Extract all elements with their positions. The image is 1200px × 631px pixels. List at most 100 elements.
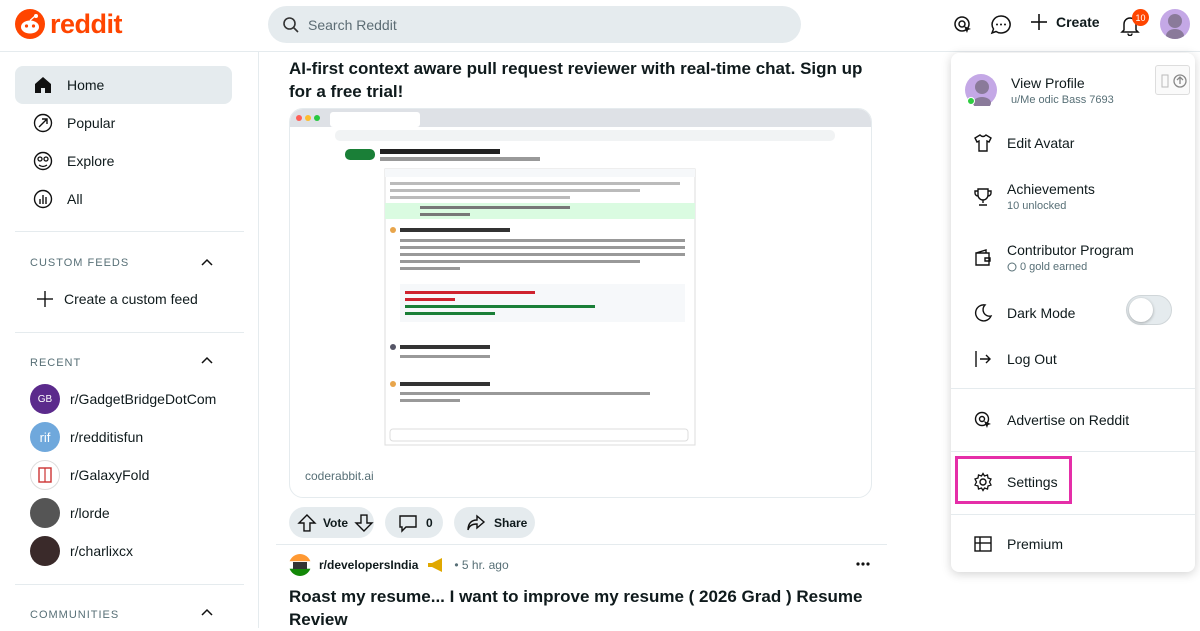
community-avatar [30,498,60,528]
divider [15,231,244,232]
divider [951,514,1195,515]
divider [951,451,1195,452]
log-out-label: Log Out [1007,351,1057,367]
share-icon [467,513,486,530]
menu-item-view-profile[interactable]: View Profile u/Me odic Bass 7693 [965,74,1114,109]
trophy-icon [974,187,992,206]
shirt-icon [974,134,992,152]
sidebar-item-all[interactable]: All [15,180,232,218]
community-avatar: rif [30,422,60,452]
notification-badge: 10 [1132,9,1149,26]
recent-item[interactable]: r/GalaxyFold [30,460,149,490]
sidebar-item-explore[interactable]: Explore [15,142,232,180]
advertise-icon [974,411,991,428]
search-input[interactable] [308,16,748,33]
chat-icon[interactable] [988,12,1014,38]
chevron-up-icon[interactable] [200,606,214,620]
search-bar[interactable] [268,6,801,43]
dark-mode-label: Dark Mode [1007,305,1076,321]
top-header: reddit Create 10 [0,0,1200,52]
post-title[interactable]: AI-first context aware pull request revi… [289,57,879,103]
recent-item[interactable]: r/lorde [30,498,110,528]
vote-label: Vote [322,515,349,530]
divider [951,388,1195,389]
menu-item-advertise[interactable]: Advertise on Reddit [973,410,1129,430]
downvote-icon[interactable] [354,513,374,533]
recent-item-label: r/charlixcx [70,543,134,559]
achievements-label: Achievements [1007,181,1095,197]
custom-feeds-heading: CUSTOM FEEDS [30,257,130,269]
sidebar-item-popular[interactable]: Popular [15,104,232,142]
more-options-icon[interactable] [856,561,870,567]
chevron-up-icon[interactable] [200,256,214,270]
online-status-dot [967,97,975,105]
create-button[interactable]: Create [1030,13,1100,31]
moon-icon [974,304,993,322]
menu-item-edit-avatar[interactable]: Edit Avatar [973,133,1074,153]
create-custom-feed-button[interactable]: Create a custom feed [36,290,198,308]
community-avatar: GB [30,384,60,414]
vote-controls: Vote [289,507,374,538]
all-icon [33,189,53,209]
sidebar-item-label: Explore [67,153,115,169]
recent-heading: RECENT [30,357,82,369]
sidebar-item-home[interactable]: Home [15,66,232,104]
user-avatar-button[interactable] [1160,9,1190,39]
reddit-logo[interactable]: reddit [14,8,123,40]
ad-link[interactable]: coderabbit.ai [305,469,374,483]
community-avatar [30,460,60,490]
sidebar-item-label: Home [67,77,105,93]
logo-wordmark: reddit [50,8,123,39]
plus-icon [37,291,53,307]
avatar [965,74,997,109]
home-icon [35,77,51,93]
wallet-icon [975,248,991,266]
menu-item-achievements[interactable]: Achievements 10 unlocked [973,181,1095,212]
toggle-knob [1129,298,1153,322]
menu-item-dark-mode[interactable]: Dark Mode [973,303,1075,323]
contributor-label: Contributor Program [1007,242,1134,258]
gold-earned-label: 0 gold earned [1020,261,1088,273]
post-time: • 5 hr. ago [454,558,509,572]
advertise-label: Advertise on Reddit [1007,412,1130,428]
popular-icon [33,113,53,133]
create-label: Create [1056,14,1100,30]
comments-button[interactable]: 0 [385,507,443,538]
share-button[interactable]: Share [454,507,535,538]
menu-item-log-out[interactable]: Log Out [973,349,1057,369]
premium-label: Premium [1007,536,1064,552]
recent-item-label: r/GadgetBridgeDotCom [70,391,217,407]
community-avatar [30,536,60,566]
india-flag-icon [289,554,311,576]
divider [276,544,887,545]
extension-icon[interactable] [1155,65,1190,95]
recent-item-label: r/lorde [70,505,110,521]
gold-earned: 0 gold earned [1007,261,1134,273]
menu-item-contributor-program[interactable]: Contributor Program 0 gold earned [973,242,1134,273]
post-image [290,109,871,454]
advertise-icon[interactable] [950,12,976,38]
recent-item[interactable]: GB r/GadgetBridgeDotCom [30,384,216,414]
achievements-count: 10 unlocked [1007,200,1067,212]
divider [15,332,244,333]
create-feed-label: Create a custom feed [64,291,198,307]
ad-media-card[interactable]: coderabbit.ai [289,108,872,498]
settings-highlight-box [955,456,1072,504]
subreddit-name[interactable]: r/developersIndia [319,558,418,572]
menu-item-premium[interactable]: Premium [973,534,1063,554]
chevron-up-icon[interactable] [200,354,214,368]
recent-item[interactable]: rif r/redditisfun [30,422,143,452]
share-label: Share [494,515,528,530]
recent-item-label: r/GalaxyFold [70,467,150,483]
sidebar-item-label: Popular [67,115,116,131]
recent-item[interactable]: r/charlixcx [30,536,133,566]
explore-icon [33,151,53,171]
post-title[interactable]: Roast my resume... I want to improve my … [289,585,869,631]
left-sidebar: Home Popular Explore All CUSTOM FEEDS Cr… [0,52,259,628]
post-meta: r/developersIndia • 5 hr. ago [289,554,509,576]
dark-mode-toggle[interactable] [1126,295,1172,325]
logout-icon [975,351,991,367]
upvote-icon[interactable] [297,513,317,533]
premium-icon [974,536,992,552]
plus-icon [1031,14,1047,30]
